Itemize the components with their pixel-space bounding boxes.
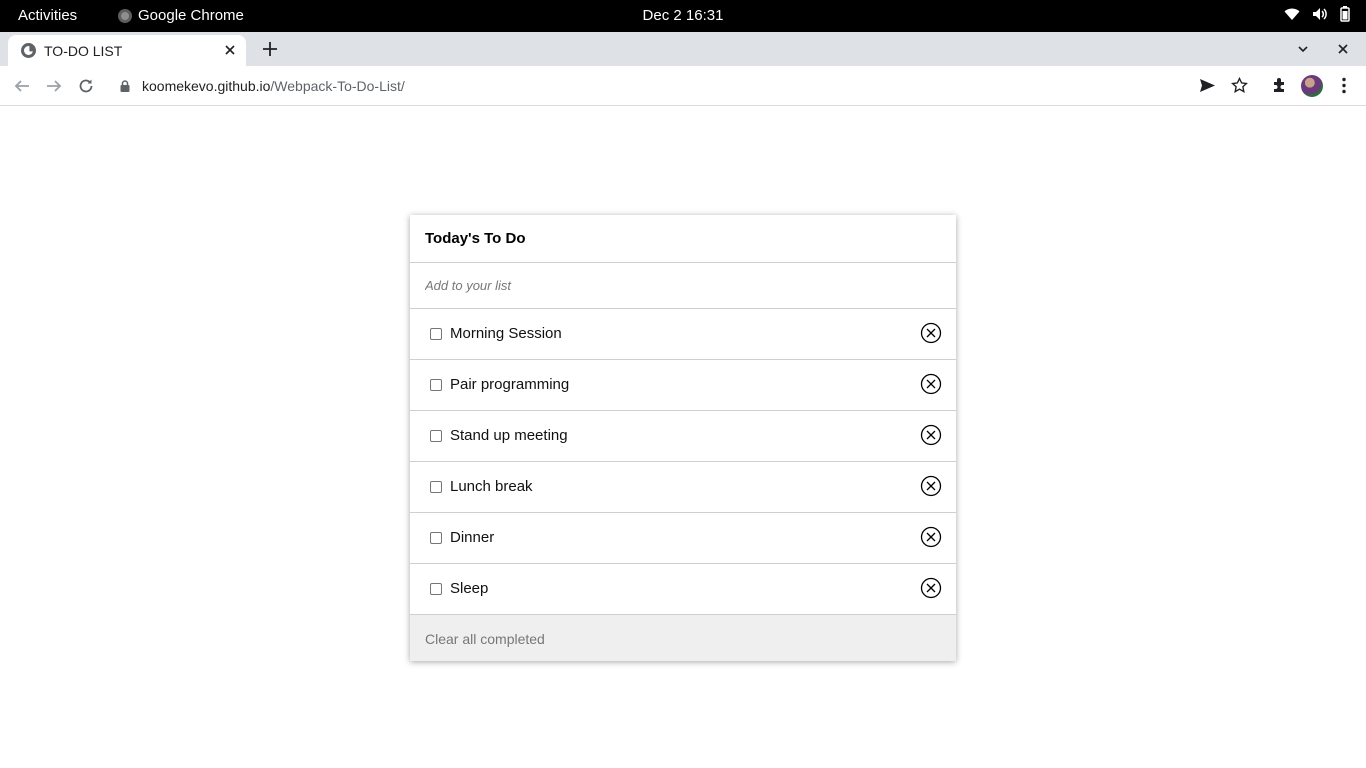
- todo-footer: Clear all completed: [410, 615, 956, 661]
- todo-item: Pair programming: [410, 360, 956, 411]
- todo-item: Dinner: [410, 513, 956, 564]
- url-text: koomekevo.github.io/Webpack-To-Do-List/: [142, 78, 405, 94]
- todo-label[interactable]: Morning Session: [450, 325, 562, 342]
- todo-item: Morning Session: [410, 309, 956, 360]
- url-path: /Webpack-To-Do-List/: [270, 78, 405, 94]
- system-tray[interactable]: [1284, 6, 1350, 22]
- todo-label[interactable]: Stand up meeting: [450, 427, 568, 444]
- forward-icon[interactable]: [45, 77, 63, 95]
- page-title: Today's To Do: [425, 230, 526, 247]
- profile-avatar[interactable]: [1301, 75, 1323, 97]
- reload-icon[interactable]: [77, 77, 95, 95]
- todo-label[interactable]: Lunch break: [450, 478, 533, 495]
- url-host: koomekevo.github.io: [142, 78, 271, 94]
- add-todo-input[interactable]: [410, 263, 956, 308]
- battery-icon: [1340, 6, 1350, 22]
- todo-item: Lunch break: [410, 462, 956, 513]
- todo-item: Sleep: [410, 564, 956, 615]
- remove-circle-x-icon[interactable]: [920, 322, 942, 344]
- tab-title: TO-DO LIST: [44, 43, 123, 59]
- clear-completed-button[interactable]: Clear all completed: [425, 631, 545, 647]
- todo-card: Today's To Do Morning Session Pair progr…: [410, 215, 956, 661]
- menu-kebab-icon[interactable]: [1337, 77, 1351, 94]
- todo-header: Today's To Do: [410, 215, 956, 263]
- chrome-icon: [118, 8, 132, 23]
- todo-label[interactable]: Dinner: [450, 529, 494, 546]
- extensions-icon[interactable]: [1271, 77, 1288, 94]
- bookmark-star-icon[interactable]: [1231, 77, 1248, 94]
- todo-checkbox[interactable]: [430, 583, 442, 595]
- address-bar[interactable]: koomekevo.github.io/Webpack-To-Do-List/: [108, 70, 1258, 102]
- remove-circle-x-icon[interactable]: [920, 424, 942, 446]
- new-tab-icon[interactable]: [261, 40, 279, 58]
- app-menu[interactable]: Google Chrome: [118, 7, 244, 24]
- todo-checkbox[interactable]: [430, 379, 442, 391]
- todo-label[interactable]: Sleep: [450, 580, 488, 597]
- remove-circle-x-icon[interactable]: [920, 577, 942, 599]
- window-close-icon[interactable]: [1336, 42, 1350, 56]
- volume-icon: [1313, 8, 1327, 20]
- remove-circle-x-icon[interactable]: [920, 475, 942, 497]
- add-todo-row: [410, 263, 956, 309]
- todo-item: Stand up meeting: [410, 411, 956, 462]
- wifi-icon: [1284, 8, 1300, 20]
- todo-label[interactable]: Pair programming: [450, 376, 569, 393]
- remove-circle-x-icon[interactable]: [920, 373, 942, 395]
- send-icon[interactable]: [1199, 77, 1216, 94]
- activities-button[interactable]: Activities: [18, 7, 77, 24]
- tab-search-icon[interactable]: [1296, 42, 1310, 56]
- close-tab-icon[interactable]: [222, 42, 238, 58]
- browser-toolbar: koomekevo.github.io/Webpack-To-Do-List/: [0, 66, 1366, 106]
- back-icon[interactable]: [13, 77, 31, 95]
- lock-icon[interactable]: [120, 80, 130, 92]
- todo-checkbox[interactable]: [430, 481, 442, 493]
- globe-icon: [21, 43, 36, 58]
- system-top-bar: Activities Google Chrome Dec 2 16:31: [0, 0, 1366, 32]
- todo-checkbox[interactable]: [430, 532, 442, 544]
- todo-checkbox[interactable]: [430, 328, 442, 340]
- remove-circle-x-icon[interactable]: [920, 526, 942, 548]
- todo-list: Morning Session Pair programming Stand u…: [410, 309, 956, 615]
- todo-checkbox[interactable]: [430, 430, 442, 442]
- app-name: Google Chrome: [138, 7, 244, 24]
- tab-strip: TO-DO LIST: [0, 32, 1366, 66]
- tab-todo-list[interactable]: TO-DO LIST: [8, 35, 246, 66]
